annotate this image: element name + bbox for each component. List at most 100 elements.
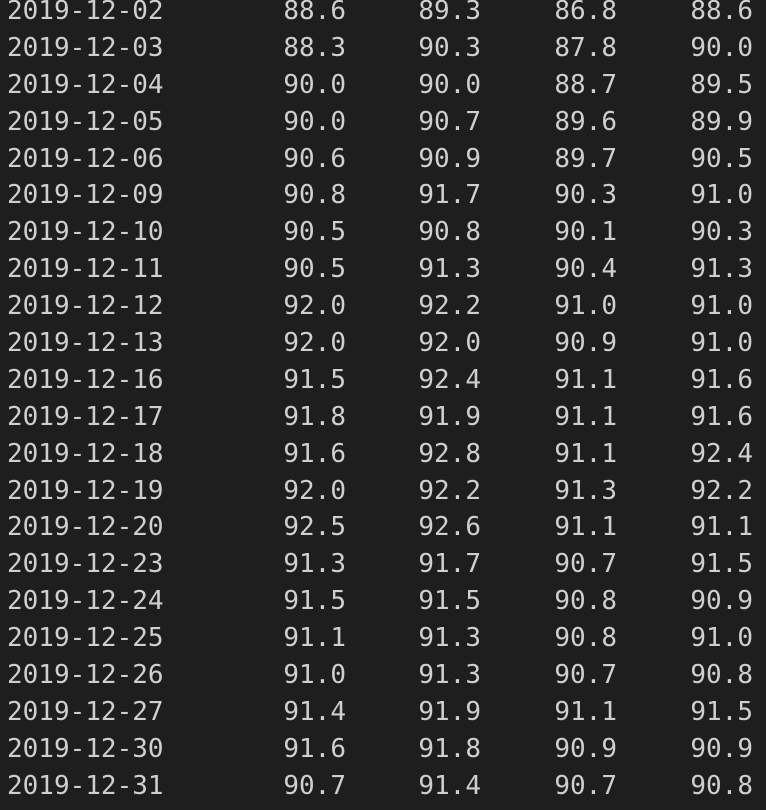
value-cell-2: 91.7	[418, 180, 481, 211]
date-cell: 2019-12-13	[7, 328, 164, 359]
table-row: 2019-12-11 90.5 91.3 90.4 91.3	[0, 251, 766, 288]
date-cell: 2019-12-24	[7, 586, 164, 617]
value-cell-4: 91.3	[690, 254, 753, 285]
value-cell-4: 91.0	[690, 291, 753, 322]
value-cell-3: 89.6	[554, 106, 617, 137]
value-cell-1: 91.6	[283, 438, 346, 469]
value-cell-4: 90.8	[690, 770, 753, 801]
value-cell-1: 92.5	[283, 512, 346, 543]
date-cell: 2019-12-10	[7, 217, 164, 248]
table-row: 2019-12-20 92.5 92.6 91.1 91.1	[0, 509, 766, 546]
value-cell-4: 91.5	[690, 696, 753, 727]
value-cell-1: 91.8	[283, 401, 346, 432]
date-cell: 2019-12-19	[7, 475, 164, 506]
value-cell-3: 90.9	[554, 328, 617, 359]
date-cell: 2019-12-11	[7, 254, 164, 285]
value-cell-2: 89.3	[418, 0, 481, 26]
value-cell-2: 91.9	[418, 696, 481, 727]
date-cell: 2019-12-27	[7, 696, 164, 727]
table-row: 2019-12-19 92.0 92.2 91.3 92.2	[0, 473, 766, 510]
value-cell-2: 90.8	[418, 217, 481, 248]
value-cell-4: 91.0	[690, 180, 753, 211]
value-cell-2: 90.3	[418, 32, 481, 63]
value-cell-2: 91.7	[418, 549, 481, 580]
date-cell: 2019-12-06	[7, 143, 164, 174]
value-cell-1: 91.0	[283, 660, 346, 691]
value-cell-3: 89.7	[554, 143, 617, 174]
value-cell-1: 91.6	[283, 733, 346, 764]
value-cell-3: 91.1	[554, 696, 617, 727]
value-cell-4: 90.3	[690, 217, 753, 248]
table-row: 2019-12-27 91.4 91.9 91.1 91.5	[0, 694, 766, 731]
value-cell-4: 92.4	[690, 438, 753, 469]
table-row: 2019-12-12 92.0 92.2 91.0 91.0	[0, 288, 766, 325]
value-cell-3: 87.8	[554, 32, 617, 63]
value-cell-3: 90.7	[554, 660, 617, 691]
value-cell-2: 92.0	[418, 328, 481, 359]
value-cell-1: 88.6	[283, 0, 346, 26]
value-cell-4: 91.0	[690, 623, 753, 654]
table-row: 2019-12-04 90.0 90.0 88.7 89.5	[0, 67, 766, 104]
value-cell-1: 90.0	[283, 69, 346, 100]
table-row: 2019-12-18 91.6 92.8 91.1 92.4	[0, 436, 766, 473]
value-cell-1: 91.3	[283, 549, 346, 580]
value-cell-1: 90.0	[283, 106, 346, 137]
value-cell-2: 91.9	[418, 401, 481, 432]
value-cell-2: 92.6	[418, 512, 481, 543]
date-cell: 2019-12-18	[7, 438, 164, 469]
date-cell: 2019-12-05	[7, 106, 164, 137]
value-cell-4: 91.5	[690, 549, 753, 580]
terminal-output: 2019-12-02 88.6 89.3 86.8 88.6 2019-12-03 88.3…	[0, 0, 766, 805]
table-row: 2019-12-23 91.3 91.7 90.7 91.5	[0, 546, 766, 583]
value-cell-4: 88.6	[690, 0, 753, 26]
date-cell: 2019-12-26	[7, 660, 164, 691]
table-row: 2019-12-17 91.8 91.9 91.1 91.6	[0, 399, 766, 436]
value-cell-4: 90.5	[690, 143, 753, 174]
value-cell-3: 90.1	[554, 217, 617, 248]
date-cell: 2019-12-23	[7, 549, 164, 580]
value-cell-3: 90.3	[554, 180, 617, 211]
date-cell: 2019-12-09	[7, 180, 164, 211]
value-cell-1: 92.0	[283, 328, 346, 359]
table-row: 2019-12-02 88.6 89.3 86.8 88.6	[0, 0, 766, 30]
table-row: 2019-12-30 91.6 91.8 90.9 90.9	[0, 731, 766, 768]
value-cell-4: 89.5	[690, 69, 753, 100]
value-cell-4: 90.0	[690, 32, 753, 63]
date-cell: 2019-12-12	[7, 291, 164, 322]
date-cell: 2019-12-16	[7, 364, 164, 395]
value-cell-2: 91.5	[418, 586, 481, 617]
value-cell-2: 91.3	[418, 254, 481, 285]
value-cell-3: 88.7	[554, 69, 617, 100]
value-cell-3: 91.0	[554, 291, 617, 322]
date-cell: 2019-12-17	[7, 401, 164, 432]
value-cell-3: 90.4	[554, 254, 617, 285]
table-row: 2019-12-03 88.3 90.3 87.8 90.0	[0, 30, 766, 67]
value-cell-1: 90.5	[283, 217, 346, 248]
value-cell-3: 91.1	[554, 438, 617, 469]
value-cell-2: 91.3	[418, 623, 481, 654]
table-row: 2019-12-13 92.0 92.0 90.9 91.0	[0, 325, 766, 362]
value-cell-3: 86.8	[554, 0, 617, 26]
value-cell-1: 91.1	[283, 623, 346, 654]
value-cell-2: 90.7	[418, 106, 481, 137]
value-cell-1: 91.5	[283, 364, 346, 395]
value-cell-4: 90.9	[690, 586, 753, 617]
date-cell: 2019-12-04	[7, 69, 164, 100]
table-row: 2019-12-31 90.7 91.4 90.7 90.8	[0, 768, 766, 805]
table-row: 2019-12-25 91.1 91.3 90.8 91.0	[0, 620, 766, 657]
value-cell-2: 92.2	[418, 291, 481, 322]
value-cell-4: 91.0	[690, 328, 753, 359]
value-cell-3: 90.8	[554, 586, 617, 617]
value-cell-1: 90.5	[283, 254, 346, 285]
value-cell-3: 90.7	[554, 770, 617, 801]
table-row: 2019-12-16 91.5 92.4 91.1 91.6	[0, 362, 766, 399]
table-row: 2019-12-24 91.5 91.5 90.8 90.9	[0, 583, 766, 620]
table-row: 2019-12-26 91.0 91.3 90.7 90.8	[0, 657, 766, 694]
value-cell-3: 90.9	[554, 733, 617, 764]
value-cell-2: 90.0	[418, 69, 481, 100]
value-cell-4: 92.2	[690, 475, 753, 506]
value-cell-2: 90.9	[418, 143, 481, 174]
value-cell-2: 91.4	[418, 770, 481, 801]
value-cell-4: 91.1	[690, 512, 753, 543]
value-cell-3: 91.1	[554, 364, 617, 395]
